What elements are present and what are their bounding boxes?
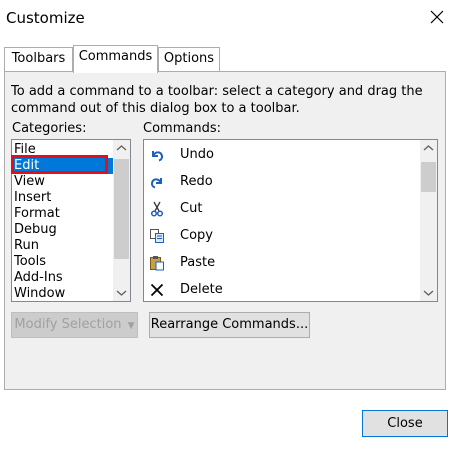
undo-icon xyxy=(152,151,164,162)
category-item-debug[interactable]: Debug xyxy=(13,222,122,238)
redo-icon xyxy=(150,178,162,189)
selection-highlight-outline xyxy=(11,155,108,174)
tab-options[interactable]: Options xyxy=(158,47,220,71)
categories-label: Categories: xyxy=(12,121,87,136)
commands-listbox[interactable]: Undo Redo Cut Copy Paste Delete xyxy=(143,139,438,302)
window-title: Customize xyxy=(6,9,85,27)
modify-selection-label: Modify Selection xyxy=(14,317,122,332)
category-item-view[interactable]: View xyxy=(13,174,122,190)
command-item-delete[interactable]: Delete xyxy=(144,277,419,301)
scroll-up-arrow-icon[interactable] xyxy=(113,140,130,157)
rearrange-commands-label: Rearrange Commands... xyxy=(150,317,309,332)
close-button[interactable]: Close xyxy=(362,410,448,437)
tab-options-label: Options xyxy=(163,51,215,66)
close-icon[interactable] xyxy=(426,6,448,28)
command-label: Cut xyxy=(180,201,203,216)
tab-toolbars-label: Toolbars xyxy=(11,51,66,66)
command-item-copy[interactable]: Copy xyxy=(144,223,419,250)
command-item-cut[interactable]: Cut xyxy=(144,196,419,223)
rearrange-commands-button[interactable]: Rearrange Commands... xyxy=(149,312,310,338)
category-item-insert[interactable]: Insert xyxy=(13,190,122,206)
category-item-run[interactable]: Run xyxy=(13,238,122,254)
dropdown-arrow-icon: ▼ xyxy=(127,321,135,331)
categories-scroll-thumb[interactable] xyxy=(114,159,129,259)
category-item-format[interactable]: Format xyxy=(13,206,122,222)
category-item-add-ins[interactable]: Add-Ins xyxy=(13,270,122,286)
command-label: Redo xyxy=(180,174,213,189)
scroll-up-arrow-icon[interactable] xyxy=(420,140,437,157)
categories-scrollbar[interactable] xyxy=(113,140,130,301)
command-item-undo[interactable]: Undo xyxy=(144,142,419,169)
instructions-text: To add a command to a toolbar: select a … xyxy=(11,84,423,116)
copy-icon xyxy=(150,229,164,243)
tab-commands-label: Commands xyxy=(78,49,153,64)
commands-label: Commands: xyxy=(143,121,221,136)
scroll-down-arrow-icon[interactable] xyxy=(420,284,437,301)
scroll-down-arrow-icon[interactable] xyxy=(113,284,130,301)
category-item-tools[interactable]: Tools xyxy=(13,254,122,270)
commands-scrollbar[interactable] xyxy=(420,140,437,301)
command-label: Delete xyxy=(180,282,223,297)
command-label: Copy xyxy=(180,228,213,243)
command-label: Undo xyxy=(180,147,214,162)
command-item-redo[interactable]: Redo xyxy=(144,169,419,196)
command-item-paste[interactable]: Paste xyxy=(144,250,419,277)
commands-scroll-thumb[interactable] xyxy=(421,162,436,192)
scissors-icon xyxy=(150,201,164,217)
category-item-window[interactable]: Window xyxy=(13,286,122,301)
paste-icon xyxy=(150,256,164,271)
modify-selection-button[interactable]: Modify Selection ▼ xyxy=(11,312,138,338)
tab-toolbars[interactable]: Toolbars xyxy=(4,47,73,71)
close-button-label: Close xyxy=(387,416,423,431)
command-label: Paste xyxy=(180,255,216,270)
delete-x-icon xyxy=(150,283,164,297)
tab-commands[interactable]: Commands xyxy=(73,45,158,73)
